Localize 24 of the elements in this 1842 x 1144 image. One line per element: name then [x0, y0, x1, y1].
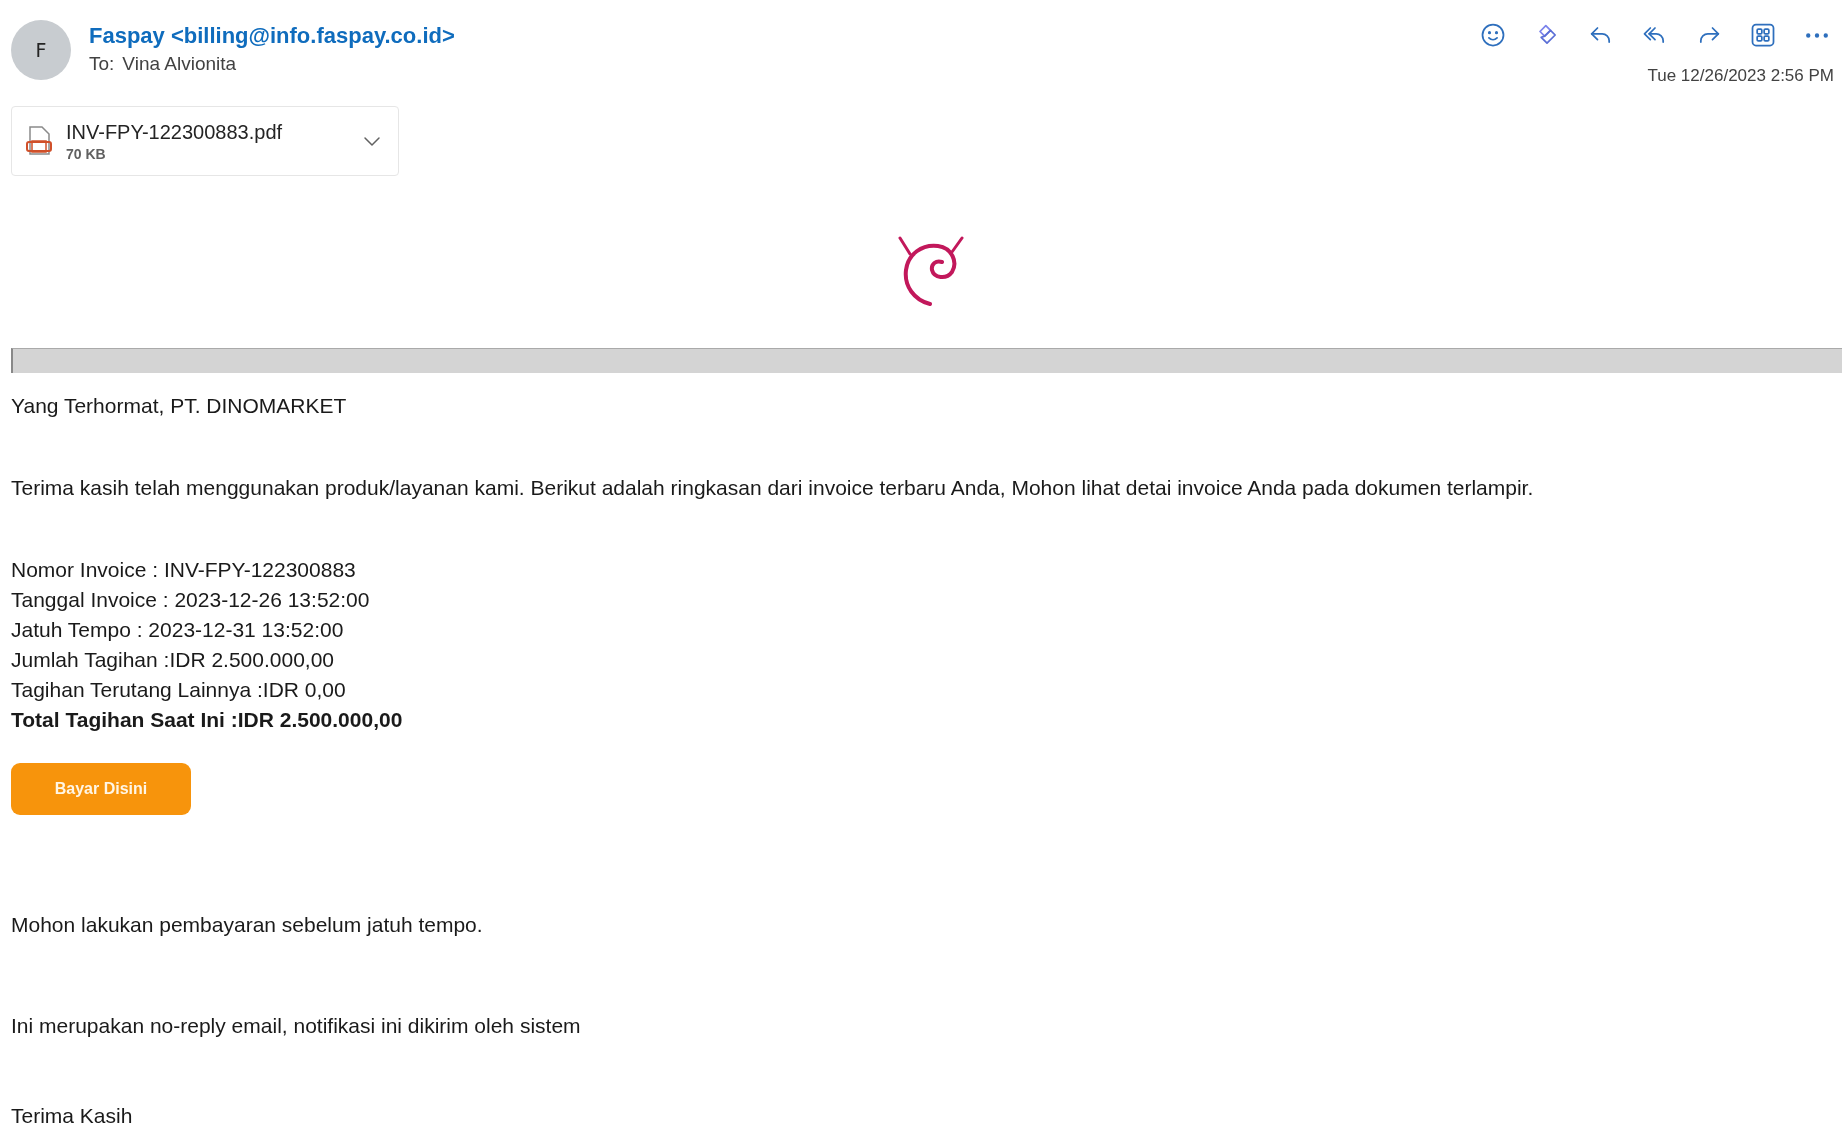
smiley-icon [1479, 21, 1507, 49]
invoice-detail: Jumlah Tagihan :IDR 2.500.000,00 [11, 647, 335, 673]
invoice-detail: Jatuh Tempo : 2023-12-31 13:52:00 [11, 617, 345, 643]
pdf-file-icon [26, 126, 52, 156]
greeting: Yang Terhormat, PT. DINOMARKET [11, 393, 348, 419]
invoice-detail: Total Tagihan Saat Ini :IDR 2.500.000,00 [11, 707, 404, 733]
sent-date: Tue 12/26/2023 2:56 PM [1647, 66, 1834, 86]
invoice-detail: Tanggal Invoice : 2023-12-26 13:52:00 [11, 587, 371, 613]
invoice-detail: Nomor Invoice : INV-FPY-122300883 [11, 557, 357, 583]
attachment-card[interactable]: INV-FPY-122300883.pdf 70 KB [11, 106, 399, 176]
apps-icon [1749, 21, 1777, 49]
reminder-text: Mohon lakukan pembayaran sebelum jatuh tempo. [11, 912, 484, 938]
intro-paragraph: Terima kasih telah menggunakan produk/layanan kami. Berikut adalah ringkasan dari invoice terbaru Anda, Mohon lihat detai invoice Anda pada dokumen terlampir. [11, 475, 1535, 501]
attachment-size: 70 KB [66, 145, 107, 162]
closing-text: Terima Kasih [11, 1103, 134, 1129]
swirl-logo [896, 234, 966, 306]
sender-name[interactable]: Faspay <billing@info.faspay.co.id> [89, 23, 455, 49]
more-icon [1806, 32, 1828, 38]
recipient-name: Vina Alvionita [122, 53, 237, 75]
notice-text: Ini merupakan no-reply email, notifikasi ini dikirim oleh sistem [11, 1013, 582, 1039]
to-label: To: [89, 53, 115, 75]
attachment-name: INV-FPY-122300883.pdf [66, 120, 284, 144]
invoice-detail: Tagihan Terutang Lainnya :IDR 0,00 [11, 677, 347, 703]
avatar: F [11, 20, 71, 80]
